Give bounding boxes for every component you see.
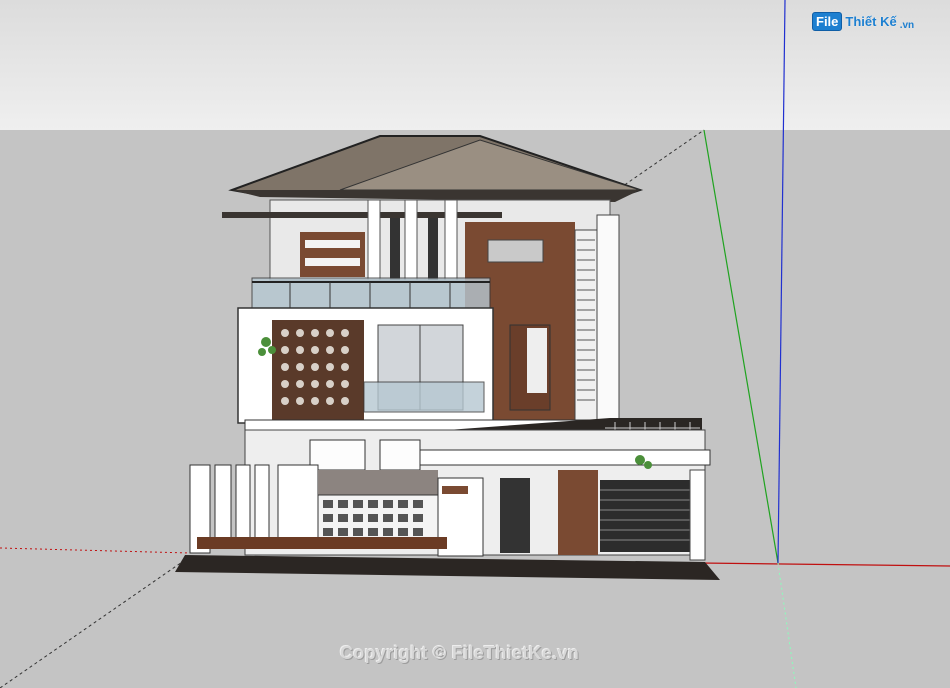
base-plinth	[175, 555, 720, 580]
logo-tld: .vn	[899, 20, 915, 31]
roof	[228, 135, 644, 202]
glass-balcony	[251, 277, 491, 309]
copyright-watermark: Copyright © FileThietKe.vn	[340, 643, 580, 663]
green-axis-dashed	[0, 559, 186, 688]
green-axis	[703, 129, 779, 564]
sketchup-viewport[interactable]: File Thiết Kế .vn Copyright © FileThietK…	[0, 0, 950, 688]
front-fence	[189, 464, 484, 557]
red-axis-right	[699, 562, 950, 567]
model-scene[interactable]	[0, 0, 950, 688]
logo-badge: File	[812, 12, 843, 31]
logo-text: Thiết Kế	[845, 14, 897, 29]
watermark-logo: File Thiết Kế .vn	[812, 12, 914, 31]
blue-axis	[777, 0, 786, 564]
blue-axis-dashed	[777, 562, 797, 688]
red-axis-left	[0, 547, 191, 554]
